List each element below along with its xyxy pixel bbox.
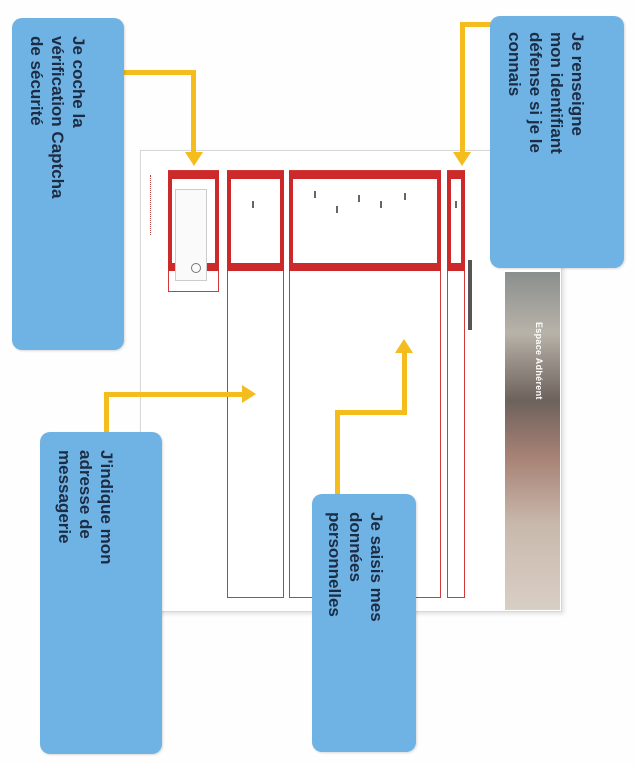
defense-id-section — [447, 170, 465, 598]
personal-field-2[interactable] — [336, 206, 338, 213]
section-heading-mark — [468, 260, 472, 330]
banner-title: Espace Adhérent — [534, 322, 544, 400]
email-connector — [104, 392, 244, 397]
defense-connector-drop — [460, 22, 465, 154]
personal-data-callout: Je saisis mes données personnelles — [312, 494, 416, 752]
personal-data-callout-text: Je saisis mes données personnelles — [325, 512, 386, 622]
personal-connector-rise — [335, 410, 340, 498]
captcha-arrow — [185, 152, 203, 166]
personal-field-4[interactable] — [380, 201, 382, 208]
captcha-checkbox[interactable] — [191, 263, 201, 273]
defense-id-field[interactable] — [455, 201, 457, 208]
email-section — [227, 170, 284, 598]
left-text-column — [150, 175, 161, 235]
captcha-callout: Je coche la vérification Captcha de sécu… — [12, 18, 124, 350]
email-field[interactable] — [252, 201, 254, 208]
captcha-section — [168, 170, 219, 292]
defense-id-callout-text: Je renseigne mon identifiant défense si … — [505, 32, 587, 154]
personal-field-3[interactable] — [358, 195, 360, 202]
defense-arrow — [453, 152, 471, 166]
captcha-callout-text: Je coche la vérification Captcha de sécu… — [27, 36, 88, 199]
personal-connector-up — [402, 352, 407, 415]
personal-field-5[interactable] — [404, 193, 406, 200]
defense-id-callout: Je renseigne mon identifiant défense si … — [490, 16, 624, 268]
email-callout: J'indique mon adresse de messagerie — [40, 432, 162, 754]
email-arrow — [242, 385, 256, 403]
email-callout-text: J'indique mon adresse de messagerie — [55, 450, 116, 565]
personal-arrow — [395, 339, 413, 353]
captcha-connector-drop — [191, 70, 196, 154]
personal-connector — [335, 410, 407, 415]
personal-field-1[interactable] — [314, 191, 316, 198]
captcha-connector — [120, 70, 196, 75]
